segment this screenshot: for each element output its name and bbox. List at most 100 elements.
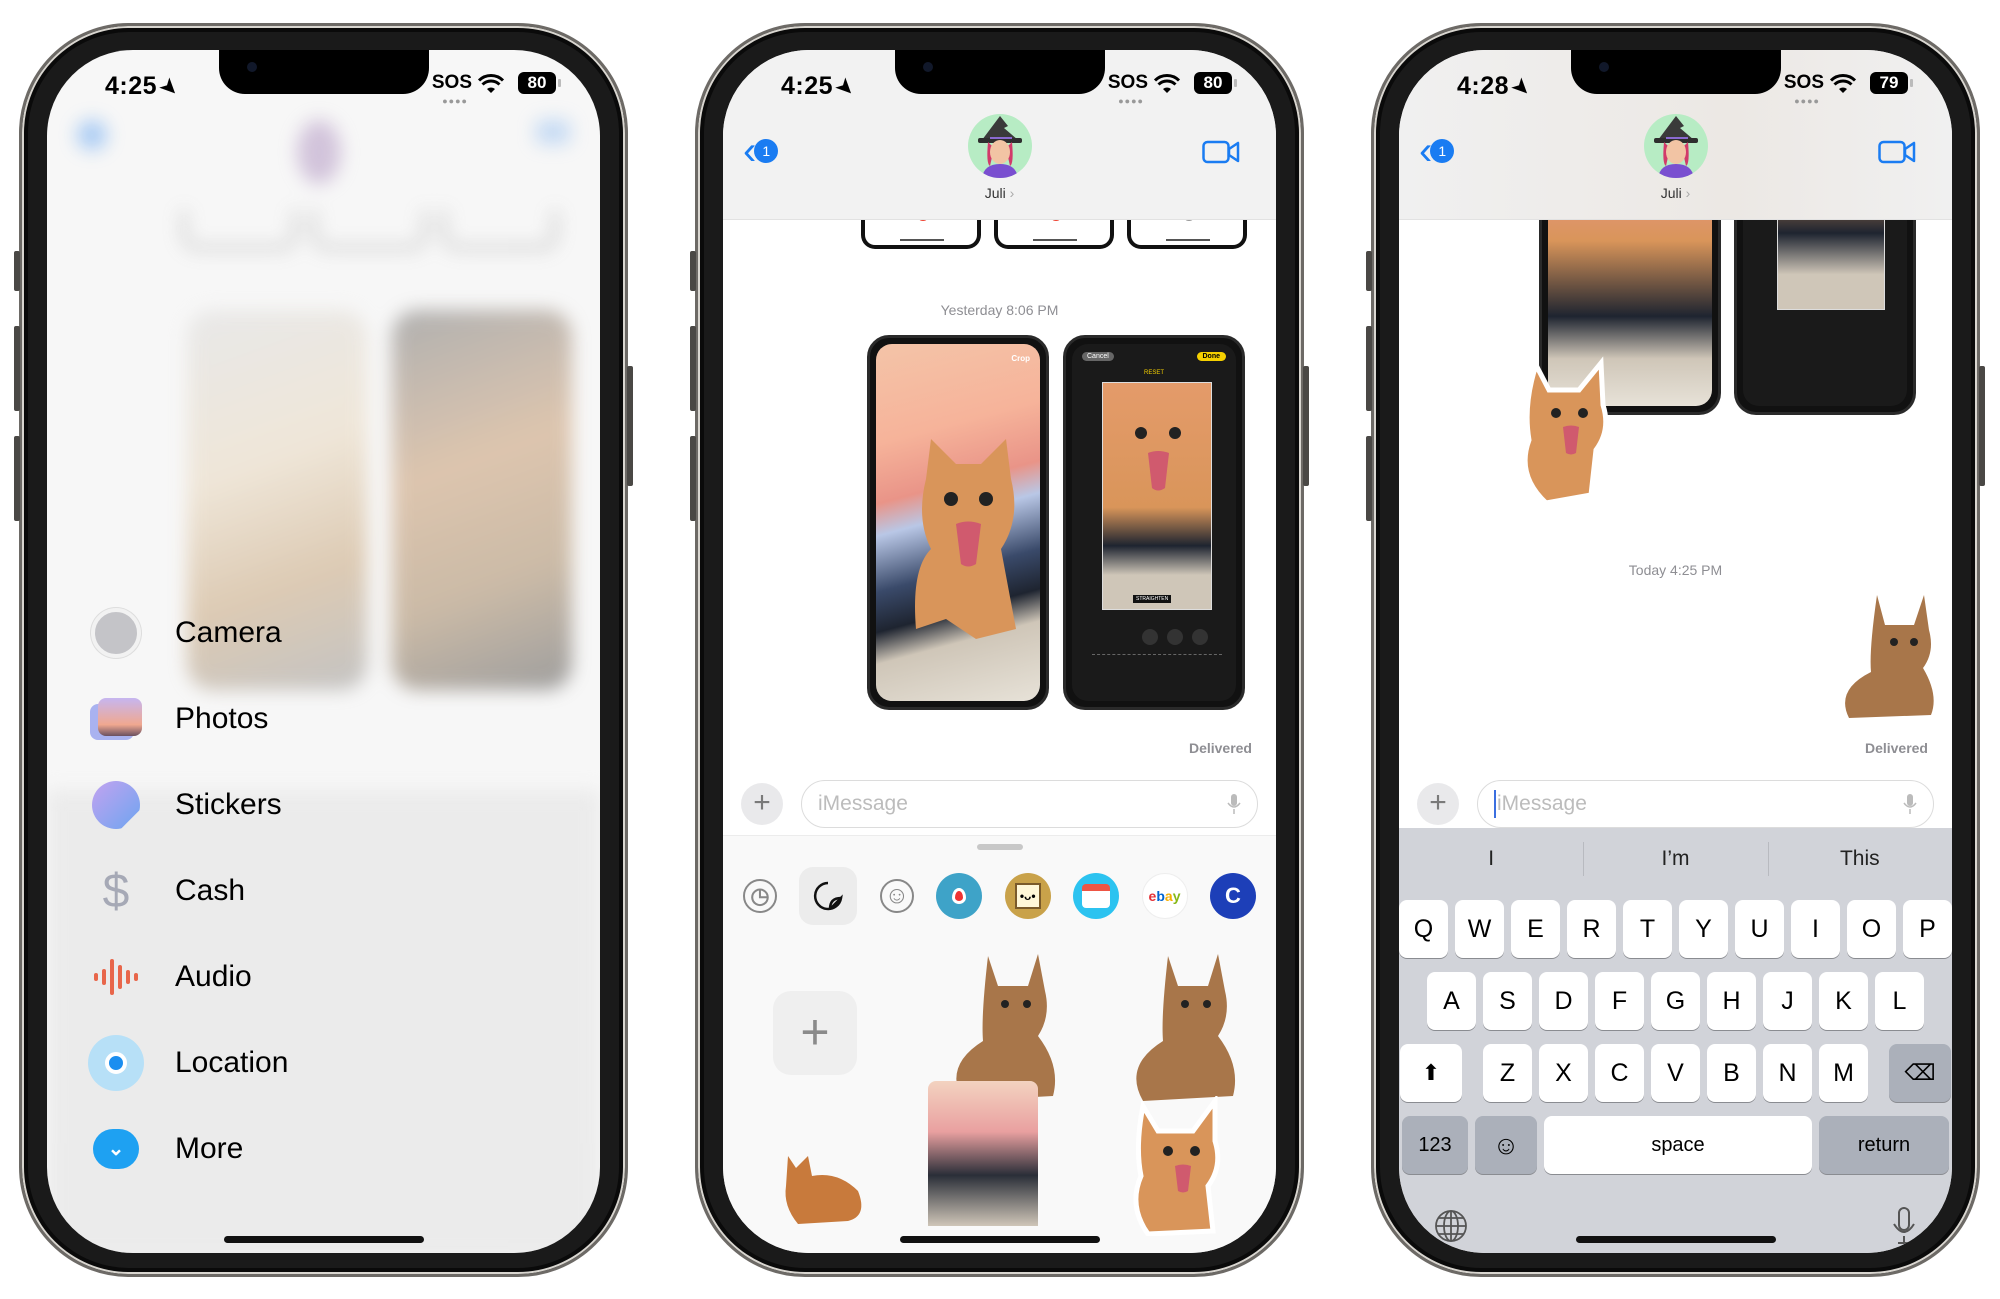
key-n[interactable]: N xyxy=(1763,1044,1812,1102)
key-m[interactable]: M xyxy=(1819,1044,1868,1102)
screenshot-edit-image[interactable]: Cancel Done RESET STRAIGHTEN xyxy=(1063,335,1245,710)
key-e[interactable]: E xyxy=(1511,900,1560,958)
back-button[interactable]: ‹ 1 xyxy=(743,131,779,171)
contact-avatar[interactable] xyxy=(1643,114,1708,178)
key-h[interactable]: H xyxy=(1707,972,1756,1030)
cash-icon: $ xyxy=(102,864,130,918)
contact-name[interactable]: Juli › xyxy=(1661,185,1691,201)
prediction-suggestion[interactable]: I xyxy=(1399,828,1583,890)
home-indicator[interactable] xyxy=(899,1236,1100,1243)
home-indicator[interactable] xyxy=(223,1236,424,1243)
key-a[interactable]: A xyxy=(1427,972,1476,1030)
message-input[interactable]: iMessage xyxy=(801,780,1258,828)
return-key[interactable]: return xyxy=(1819,1116,1949,1174)
sticker-kitten-sitting[interactable] xyxy=(1123,946,1243,1111)
contact-name[interactable]: Juli › xyxy=(985,185,1015,201)
key-k[interactable]: K xyxy=(1819,972,1868,1030)
key-g[interactable]: G xyxy=(1651,972,1700,1030)
periscope-app-icon[interactable] xyxy=(936,873,983,919)
phone-3-screen: 4:28➤ SOS ●●●● 79 ‹ 1 Juli › Today 4:25 P… xyxy=(1399,50,1952,1253)
screenshot-crop-image[interactable]: Crop xyxy=(867,335,1049,710)
key-w[interactable]: W xyxy=(1455,900,1504,958)
previous-image-bubble[interactable] xyxy=(994,213,1114,249)
key-l[interactable]: L xyxy=(1875,972,1924,1030)
key-z[interactable]: Z xyxy=(1483,1044,1532,1102)
globe-icon[interactable] xyxy=(1433,1208,1469,1244)
key-s[interactable]: S xyxy=(1483,972,1532,1030)
key-v[interactable]: V xyxy=(1651,1044,1700,1102)
menu-item-location[interactable]: Location xyxy=(87,1020,288,1106)
add-attachment-button[interactable]: + xyxy=(741,783,783,825)
key-o[interactable]: O xyxy=(1847,900,1896,958)
key-d[interactable]: D xyxy=(1539,972,1588,1030)
phone-1-screen: 4:25➤ SOS ●●●● 80 Camera Photos Stickers… xyxy=(47,50,600,1253)
ebay-app-icon[interactable]: ebay xyxy=(1141,873,1188,919)
straighten-label: STRAIGHTEN xyxy=(1133,595,1172,603)
key-r[interactable]: R xyxy=(1567,900,1616,958)
placed-kitten-sticker[interactable] xyxy=(1511,355,1621,510)
previous-image-bubble[interactable] xyxy=(861,213,981,249)
emoji-key[interactable]: ☺ xyxy=(1475,1116,1537,1174)
menu-item-camera[interactable]: Camera xyxy=(87,590,288,676)
menu-item-more[interactable]: ⌄ More xyxy=(87,1106,288,1192)
space-key[interactable]: space xyxy=(1544,1116,1812,1174)
c-app-icon[interactable]: C xyxy=(1209,873,1256,919)
volume-down-button xyxy=(14,436,20,521)
shift-key[interactable]: ⬆ xyxy=(1400,1044,1462,1102)
message-input[interactable]: iMessage xyxy=(1477,780,1934,828)
video-call-icon[interactable] xyxy=(1202,140,1240,164)
emoji-icon[interactable]: ☺ xyxy=(879,879,914,913)
location-arrow-icon: ➤ xyxy=(1507,73,1536,102)
menu-item-stickers[interactable]: Stickers xyxy=(87,762,288,848)
key-x[interactable]: X xyxy=(1539,1044,1588,1102)
sticker-kitten-laptop[interactable] xyxy=(928,1081,1038,1226)
back-button[interactable]: ‹ 1 xyxy=(1419,131,1455,171)
sos-indicator: SOS xyxy=(1107,72,1148,93)
key-q[interactable]: Q xyxy=(1399,900,1448,958)
calendar-app-icon[interactable] xyxy=(1073,873,1120,919)
sent-kitten-sticker[interactable] xyxy=(1839,590,1939,725)
home-indicator[interactable] xyxy=(1575,1236,1776,1243)
key-row-3: ⬆ ZXCVBNM ⌫ xyxy=(1399,1044,1952,1102)
notch xyxy=(218,50,429,94)
video-call-icon[interactable] xyxy=(1878,140,1916,164)
menu-item-photos[interactable]: Photos xyxy=(87,676,288,762)
delete-key[interactable]: ⌫ xyxy=(1889,1044,1951,1102)
key-p[interactable]: P xyxy=(1903,900,1952,958)
key-u[interactable]: U xyxy=(1735,900,1784,958)
dictation-mic-icon[interactable] xyxy=(1892,1206,1916,1246)
key-c[interactable]: C xyxy=(1595,1044,1644,1102)
prediction-suggestion[interactable]: This xyxy=(1767,828,1952,890)
key-j[interactable]: J xyxy=(1763,972,1812,1030)
unread-badge: 1 xyxy=(754,139,779,163)
sticker-pack-app-icon[interactable]: •ᴗ• xyxy=(1004,873,1051,919)
signal-dots-icon: ●●●● xyxy=(1118,96,1144,106)
recents-icon[interactable]: ◷ xyxy=(743,879,777,913)
key-y[interactable]: Y xyxy=(1679,900,1728,958)
reset-label: RESET xyxy=(1144,370,1165,376)
key-f[interactable]: F xyxy=(1595,972,1644,1030)
menu-item-audio[interactable]: Audio xyxy=(87,934,288,1020)
microphone-icon[interactable] xyxy=(1903,793,1917,815)
audio-icon xyxy=(87,948,145,1006)
sticker-kitten-lying[interactable] xyxy=(778,1146,868,1231)
location-arrow-icon: ➤ xyxy=(155,73,184,102)
drawer-grabber[interactable] xyxy=(976,844,1023,850)
key-i[interactable]: I xyxy=(1791,900,1840,958)
add-sticker-button[interactable]: + xyxy=(773,991,857,1075)
menu-item-cash[interactable]: $ Cash xyxy=(87,848,288,934)
microphone-icon[interactable] xyxy=(1227,793,1241,815)
status-time: 4:25➤ xyxy=(781,72,860,102)
stickers-app-icon[interactable] xyxy=(799,867,858,925)
signal-dots-icon: ●●●● xyxy=(442,96,468,106)
key-t[interactable]: T xyxy=(1623,900,1672,958)
sticker-kitten-meowing[interactable] xyxy=(1123,1093,1233,1241)
app-drawer-menu: Camera Photos Stickers $ Cash Audio Loca… xyxy=(87,590,288,1192)
previous-image-bubble[interactable] xyxy=(1127,213,1247,249)
contact-avatar[interactable] xyxy=(967,114,1032,178)
add-attachment-button[interactable]: + xyxy=(1417,783,1459,825)
key-b[interactable]: B xyxy=(1707,1044,1756,1102)
volume-up-button xyxy=(1366,326,1372,411)
prediction-suggestion[interactable]: I’m xyxy=(1583,828,1767,890)
numbers-key[interactable]: 123 xyxy=(1402,1116,1468,1174)
